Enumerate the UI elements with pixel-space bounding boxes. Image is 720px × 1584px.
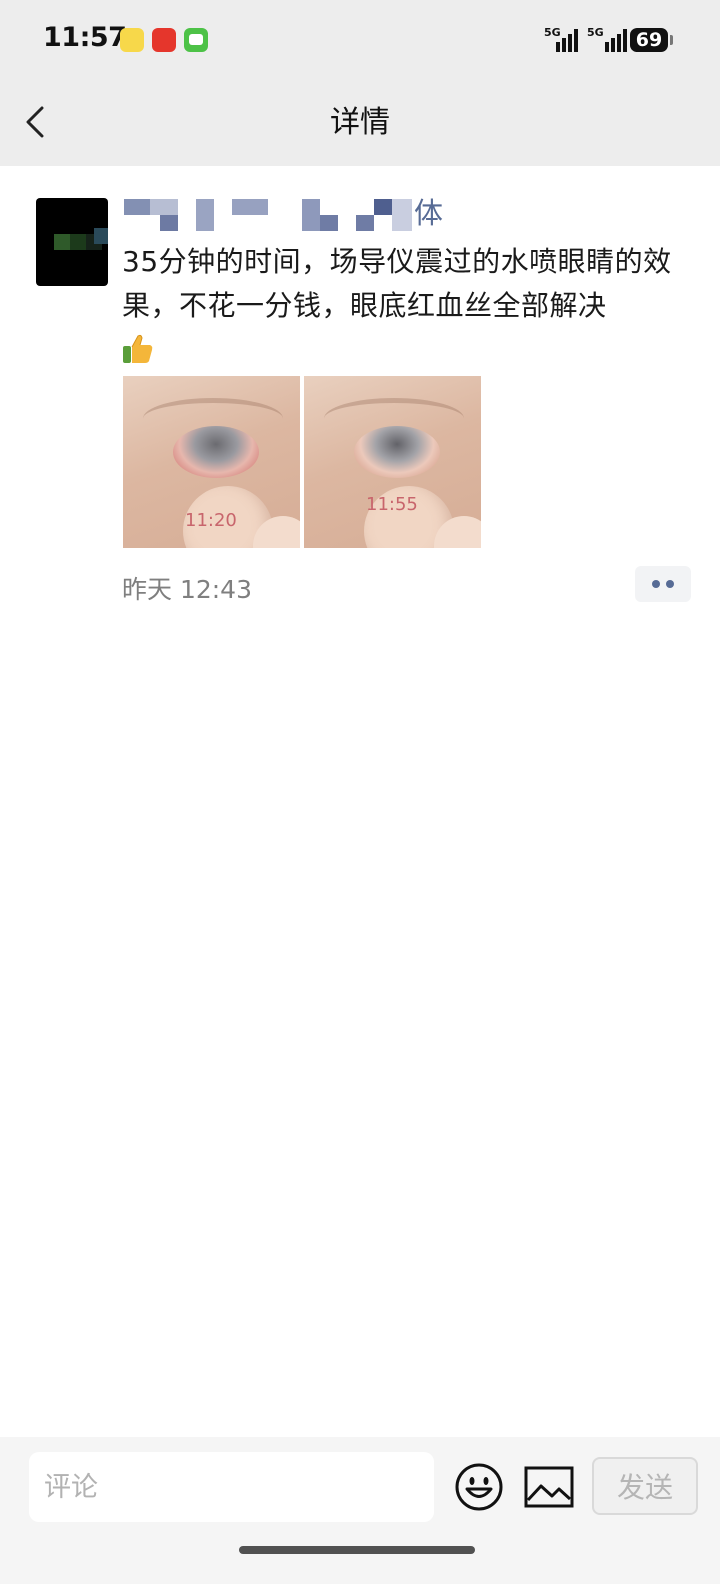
message-app-icon bbox=[184, 28, 208, 52]
svg-text:5G: 5G bbox=[544, 26, 561, 39]
emoji-icon[interactable] bbox=[454, 1462, 504, 1512]
notification-app-icon bbox=[120, 28, 144, 52]
name-blur-block bbox=[320, 215, 338, 231]
name-blur-block bbox=[150, 199, 178, 215]
comment-bar: 发送 bbox=[0, 1437, 720, 1584]
nav-bar: 详情 bbox=[0, 80, 720, 166]
author-name-text: 体 bbox=[414, 196, 444, 230]
comment-input[interactable] bbox=[29, 1452, 434, 1522]
image-content bbox=[173, 426, 259, 478]
image-icon[interactable] bbox=[524, 1466, 574, 1508]
post-timestamp: 昨天 12:43 bbox=[122, 575, 252, 604]
avatar-pixel bbox=[70, 234, 86, 250]
name-blur-block bbox=[302, 199, 320, 231]
more-actions-button[interactable] bbox=[635, 566, 691, 602]
author-name[interactable]: 体 bbox=[122, 195, 462, 231]
thumbs-up-icon bbox=[123, 334, 153, 363]
name-blur-block bbox=[356, 215, 374, 231]
dot-icon bbox=[652, 580, 660, 588]
status-time: 11:57 bbox=[43, 22, 127, 53]
image-time-stamp: 11:20 bbox=[185, 510, 237, 531]
status-bar: 11:57 5G 5G 69 bbox=[0, 0, 720, 80]
dot-icon bbox=[666, 580, 674, 588]
avatar-pixel bbox=[54, 234, 70, 250]
name-blur-block bbox=[374, 199, 392, 215]
avatar-pixel bbox=[94, 228, 108, 244]
name-blur-block bbox=[124, 199, 150, 215]
image-content bbox=[354, 426, 440, 478]
home-indicator[interactable] bbox=[239, 1546, 475, 1554]
image-time-stamp: 11:55 bbox=[366, 494, 418, 515]
notification-app-icon bbox=[152, 28, 176, 52]
name-blur-block bbox=[392, 199, 412, 231]
post-text-content: 35分钟的时间，场导仪震过的水喷眼睛的效果，不花一分钱，眼底红血丝全部解决 bbox=[122, 245, 672, 322]
post-text: 35分钟的时间，场导仪震过的水喷眼睛的效果，不花一分钱，眼底红血丝全部解决 bbox=[122, 240, 692, 372]
avatar[interactable] bbox=[36, 198, 108, 286]
page-title: 详情 bbox=[330, 105, 390, 140]
signal-icon: 5G bbox=[587, 26, 627, 52]
post-image-1[interactable]: 11:20 bbox=[123, 376, 300, 548]
name-blur-block bbox=[196, 199, 214, 231]
post-image-2[interactable]: 11:55 bbox=[304, 376, 481, 548]
name-blur-block bbox=[232, 199, 268, 215]
signal-icon: 5G bbox=[544, 26, 578, 52]
svg-text:5G: 5G bbox=[587, 26, 604, 39]
back-icon[interactable] bbox=[18, 100, 58, 144]
name-blur-block bbox=[160, 215, 178, 231]
send-button[interactable]: 发送 bbox=[592, 1457, 698, 1515]
battery-icon: 69 bbox=[630, 28, 673, 52]
